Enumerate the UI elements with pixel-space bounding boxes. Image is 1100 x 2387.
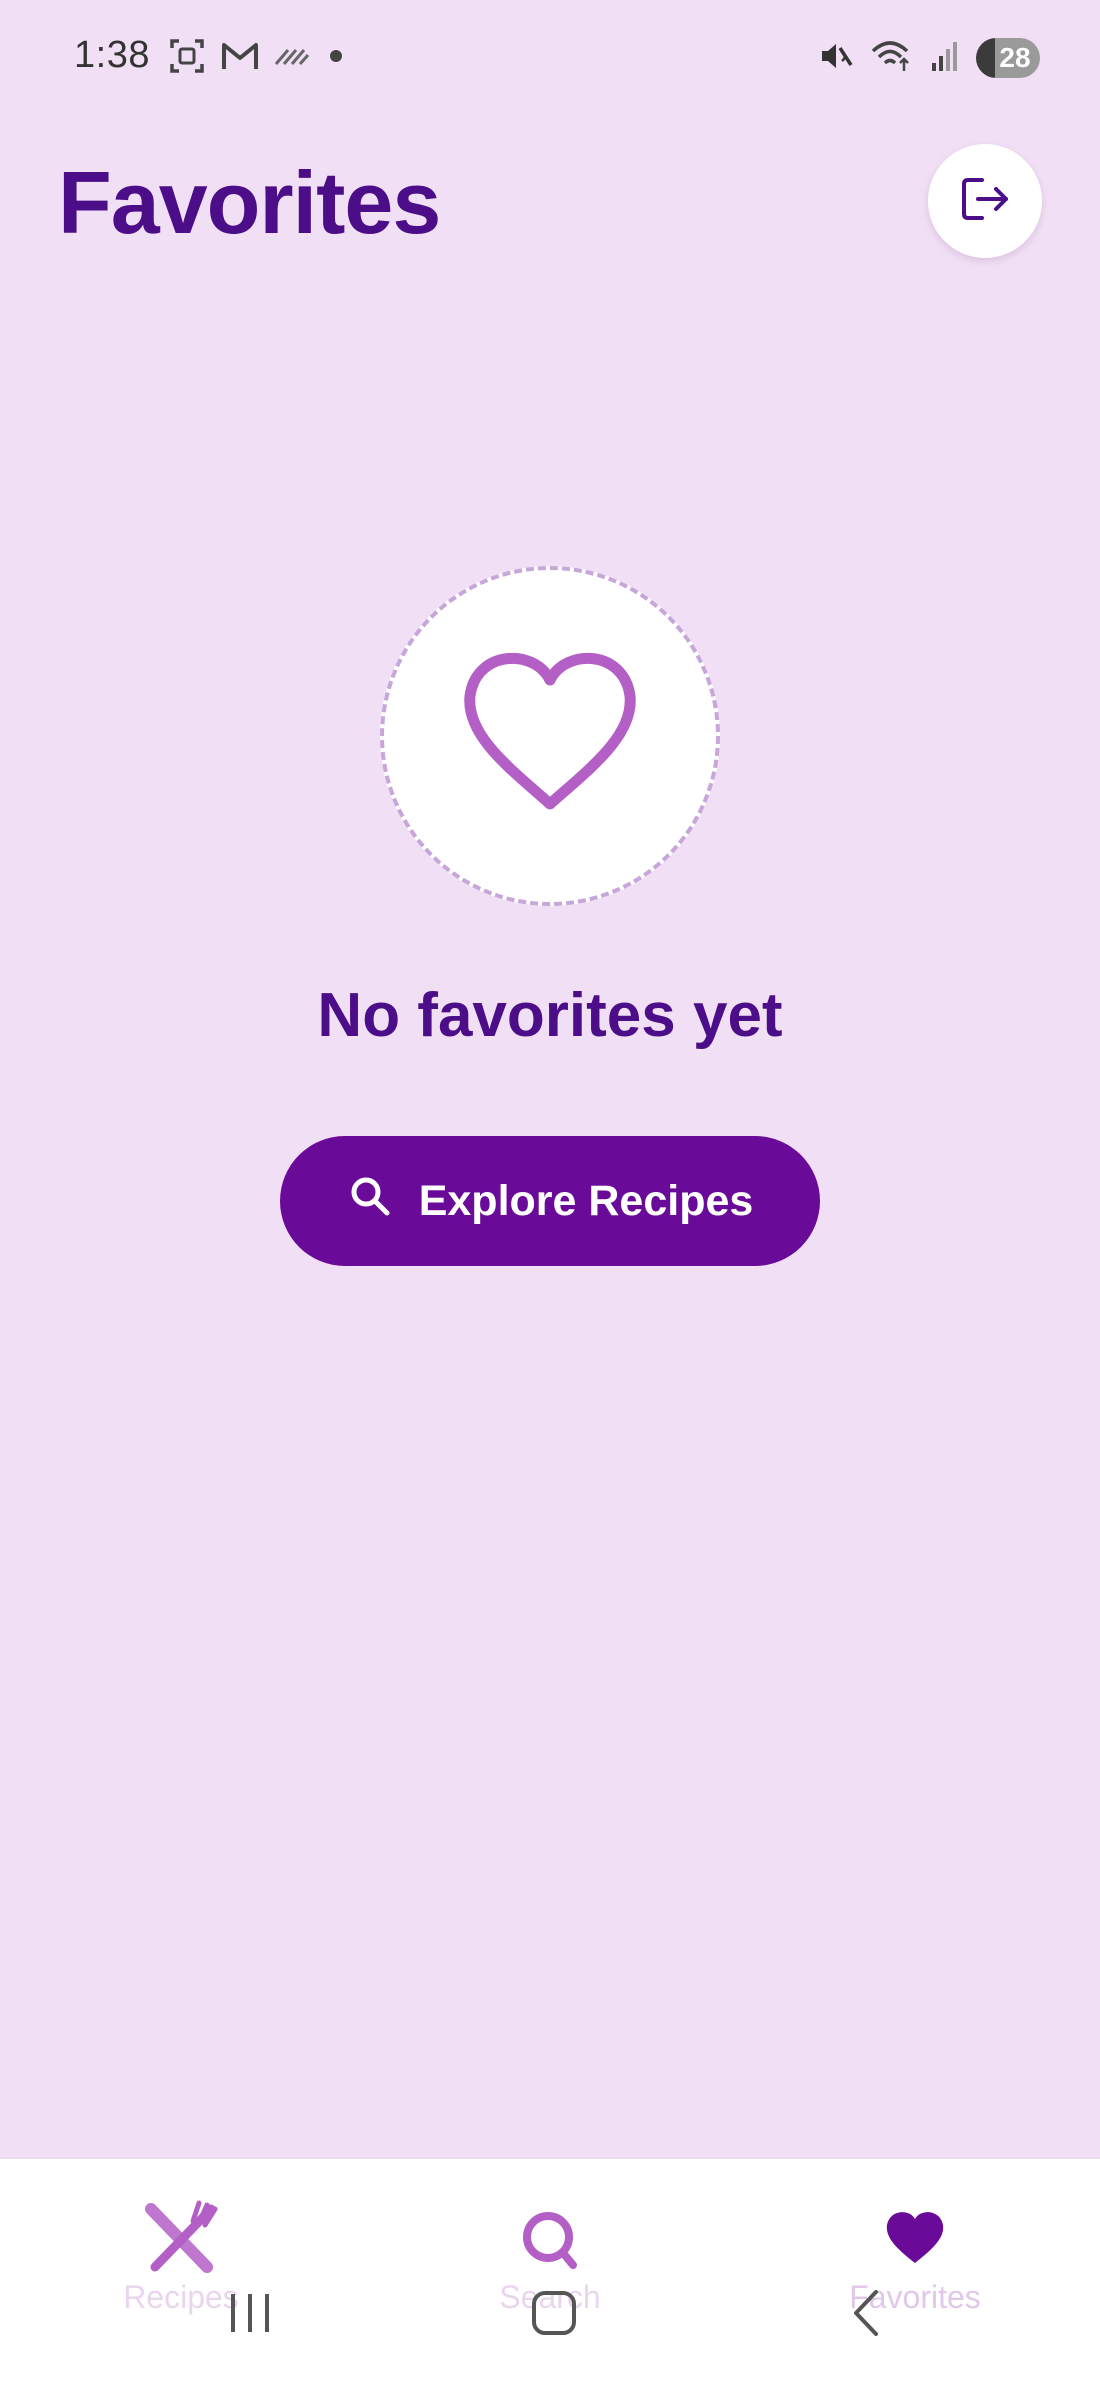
screenshot-icon xyxy=(168,37,206,80)
back-button[interactable] xyxy=(836,2275,896,2355)
heart-outline-icon xyxy=(450,644,650,829)
status-bar: 1:38 28 xyxy=(0,0,1100,120)
explore-recipes-label: Explore Recipes xyxy=(418,1176,754,1225)
explore-recipes-button[interactable]: Explore Recipes xyxy=(280,1136,820,1266)
gmail-icon xyxy=(220,39,260,78)
signal-activity-icon xyxy=(274,44,310,73)
home-icon xyxy=(529,2288,579,2343)
fork-knife-icon xyxy=(141,2199,221,2275)
empty-state-illustration xyxy=(380,566,720,906)
logout-icon xyxy=(958,172,1012,231)
search-icon xyxy=(347,1173,393,1230)
search-icon xyxy=(515,2199,585,2275)
cell-signal-icon xyxy=(930,39,960,78)
notification-dot-icon xyxy=(324,44,348,73)
logout-button[interactable] xyxy=(928,144,1042,258)
heart-icon xyxy=(882,2199,948,2275)
home-button[interactable] xyxy=(524,2275,584,2355)
empty-state-message: No favorites yet xyxy=(317,981,783,1050)
wifi-icon xyxy=(870,37,914,80)
status-time: 1:38 xyxy=(74,34,150,76)
back-icon xyxy=(846,2288,886,2343)
system-nav-bar xyxy=(0,2275,1100,2355)
recent-apps-button[interactable] xyxy=(220,2275,280,2355)
battery-indicator: 28 xyxy=(976,38,1040,78)
status-system-icons: 28 xyxy=(818,36,1040,80)
status-notification-icons xyxy=(168,38,348,78)
page-title: Favorites xyxy=(58,153,441,252)
mute-icon xyxy=(818,38,854,79)
recent-apps-icon xyxy=(225,2290,275,2341)
